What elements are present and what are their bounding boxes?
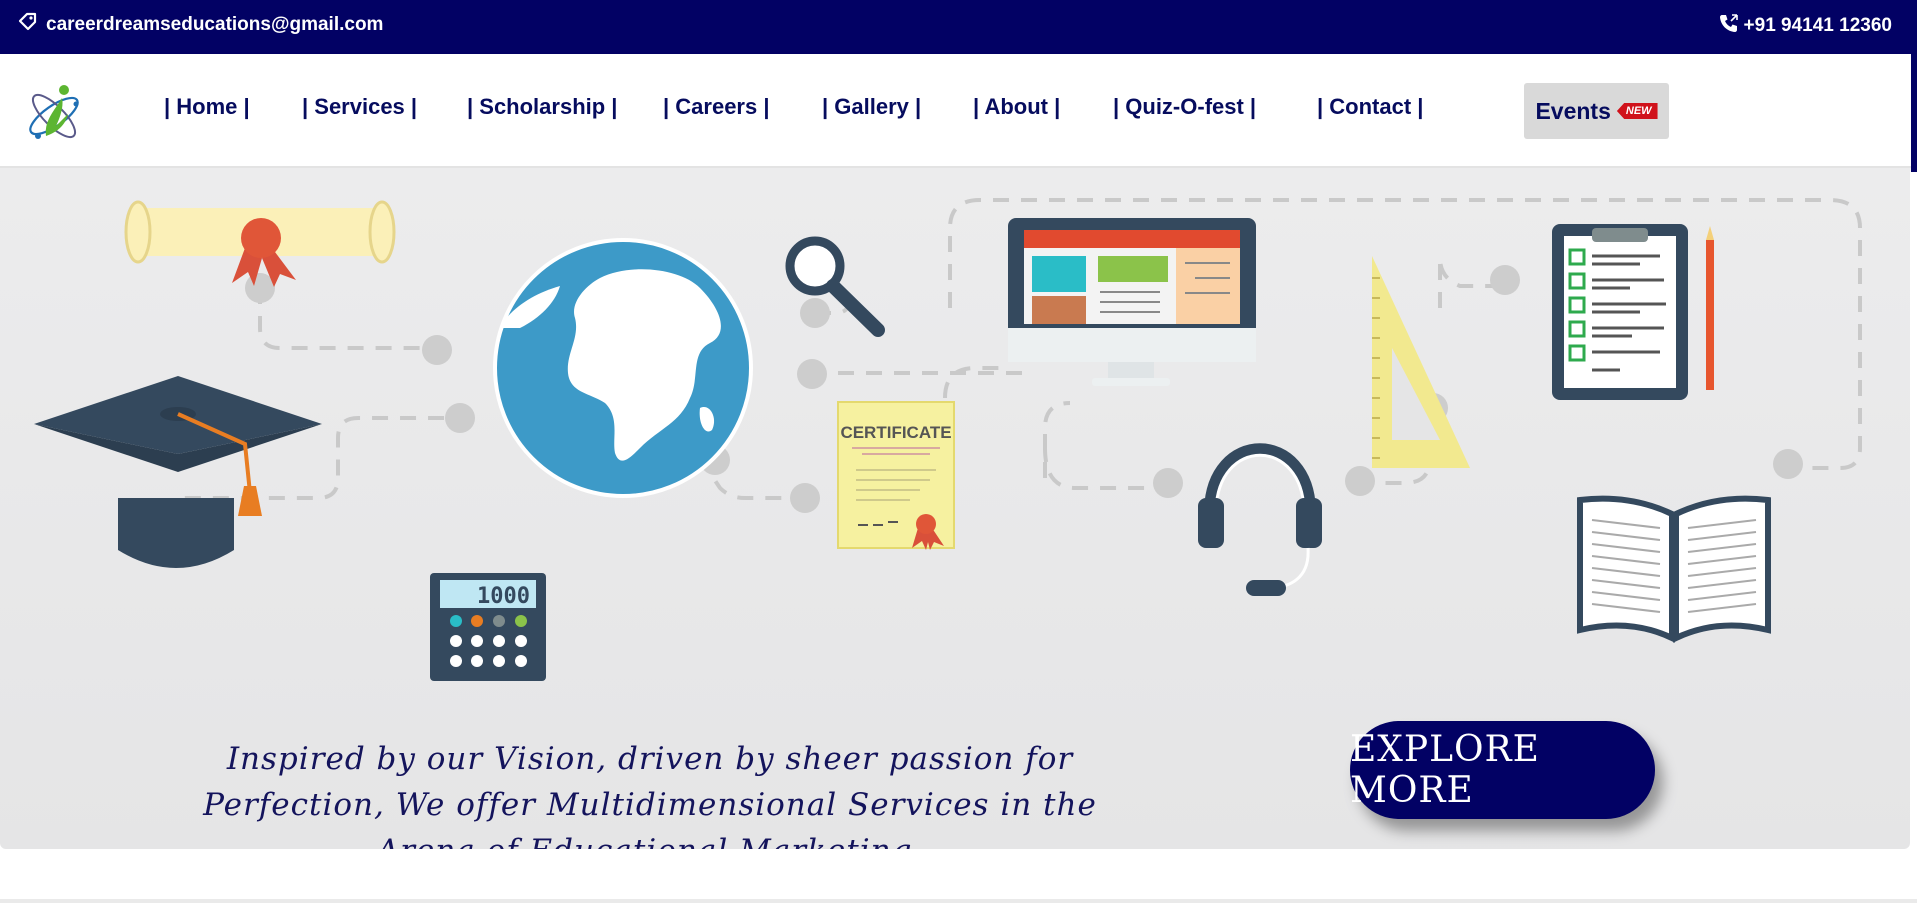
monitor-icon: [1008, 218, 1256, 386]
email-contact[interactable]: careerdreamseducations@gmail.com: [18, 12, 383, 38]
certificate-icon: CERTIFICATE: [837, 401, 955, 550]
nav-contact[interactable]: | Contact |: [1317, 94, 1423, 120]
new-badge: NEW: [1616, 103, 1658, 119]
calculator-icon: 1000: [430, 573, 546, 681]
hero-banner: 1000 CERTIFICATE Inspired by our Vision,…: [0, 168, 1910, 849]
open-book-icon: [1577, 495, 1771, 643]
headphones-icon: [1198, 443, 1322, 596]
nav-gallery[interactable]: | Gallery |: [822, 94, 921, 120]
nav-services[interactable]: | Services |: [302, 94, 417, 120]
phone-contact[interactable]: +91 94141 12360: [1718, 12, 1892, 40]
email-text: careerdreamseducations@gmail.com: [46, 14, 384, 35]
nav-scholarship[interactable]: | Scholarship |: [467, 94, 617, 120]
site-logo[interactable]: [24, 76, 86, 148]
phone-text: +91 94141 12360: [1743, 15, 1892, 36]
hero-tagline: Inspired by our Vision, driven by sheer …: [203, 741, 1097, 849]
events-button[interactable]: Events NEW: [1524, 83, 1669, 139]
section-divider: [0, 899, 1917, 903]
events-label: Events: [1535, 97, 1611, 124]
nav-home[interactable]: | Home |: [164, 94, 250, 120]
tag-icon: [18, 12, 38, 38]
set-square-icon: [1372, 256, 1470, 468]
graduation-cap-icon: [34, 376, 322, 568]
calculator-display: 1000: [477, 584, 530, 609]
top-contact-bar: careerdreamseducations@gmail.com +91 941…: [0, 0, 1917, 54]
explore-more-button[interactable]: EXPLORE MORE: [1350, 721, 1655, 819]
phone-icon: [1718, 12, 1740, 40]
clipboard-icon: [1552, 224, 1714, 400]
certificate-text: CERTIFICATE: [840, 423, 951, 442]
navbar-accent-bar: [1911, 54, 1917, 172]
nav-about[interactable]: | About |: [973, 94, 1060, 120]
globe-icon: [493, 238, 753, 498]
nav-careers[interactable]: | Careers |: [663, 94, 770, 120]
main-navbar: | Home | | Services | | Scholarship | | …: [0, 54, 1917, 172]
nav-quiz-o-fest[interactable]: | Quiz-O-fest |: [1113, 94, 1256, 120]
